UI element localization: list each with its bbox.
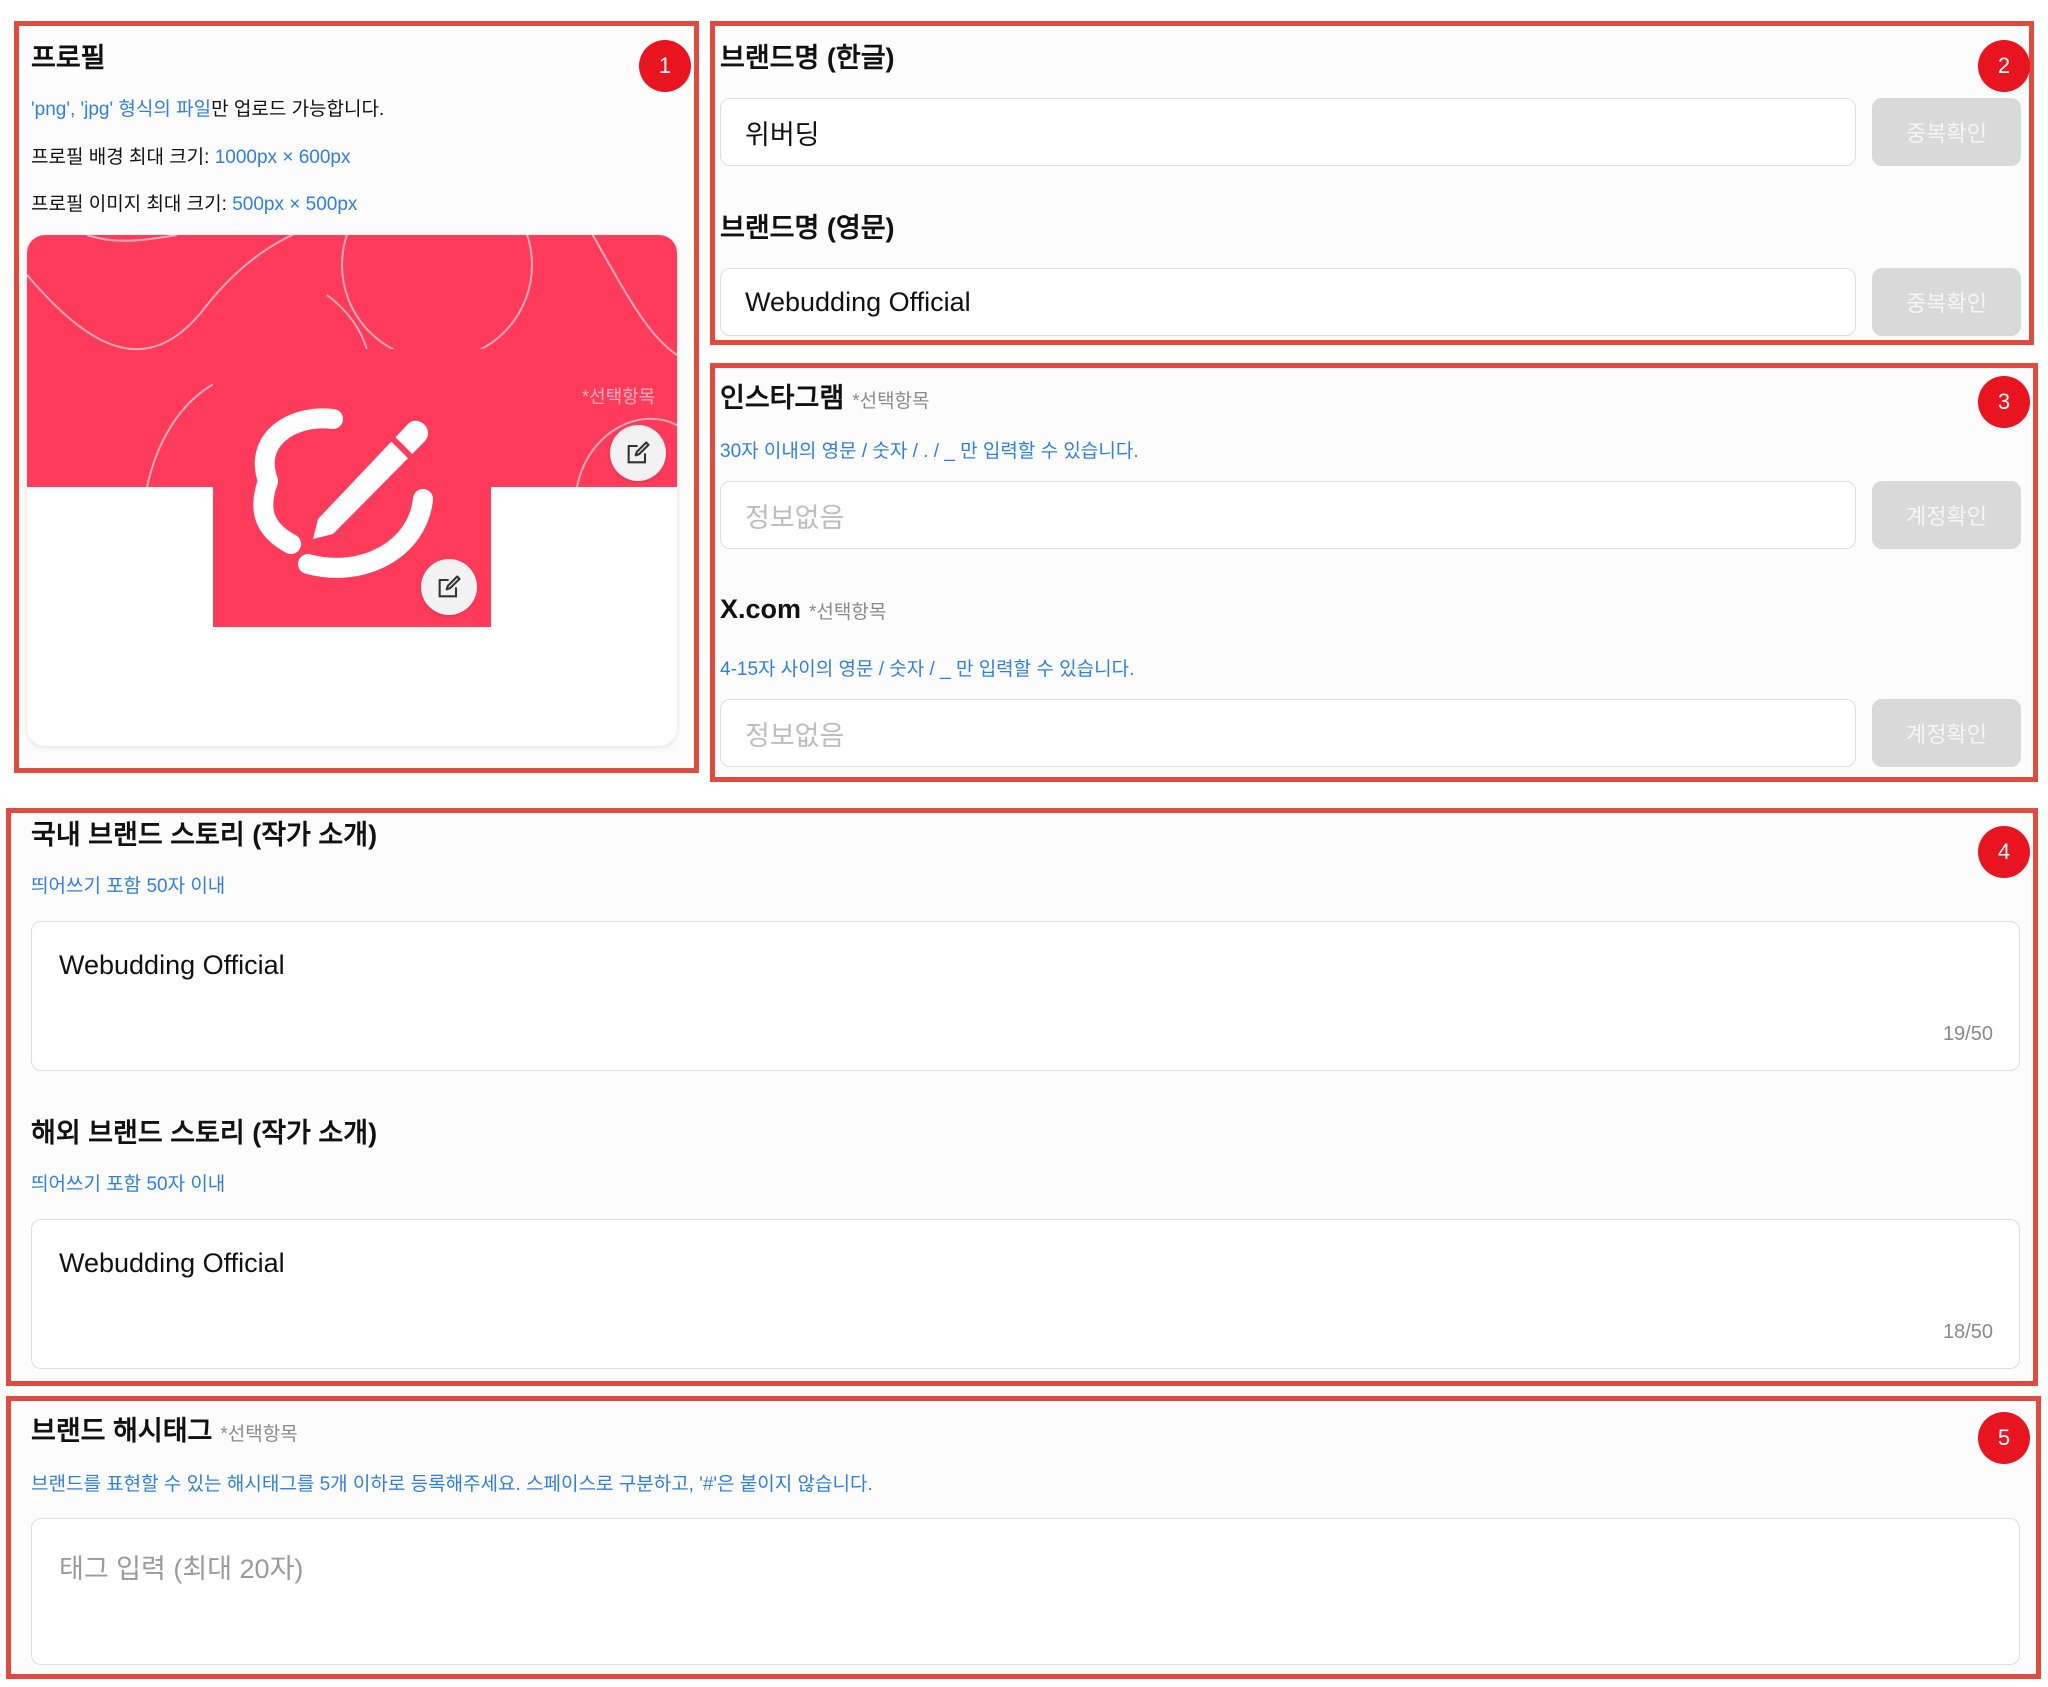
section-badge-2: 2 <box>1978 40 2030 92</box>
instagram-title: 인스타그램 *선택항목 <box>720 376 930 415</box>
x-input[interactable]: 정보없음 <box>720 699 1856 767</box>
brand-name-ko-title: 브랜드명 (한글) <box>720 43 895 73</box>
hashtag-placeholder: 태그 입력 (최대 20자) <box>59 1554 304 1584</box>
file-type-suffix: 만 업로드 가능합니다. <box>211 99 385 120</box>
profile-image[interactable] <box>213 349 491 627</box>
hashtag-input[interactable]: 태그 입력 (최대 20자) <box>31 1518 2020 1665</box>
domestic-story-hint: 띄어쓰기 포함 50자 이내 <box>31 876 226 897</box>
brand-name-ko-input[interactable]: 위버딩 <box>720 98 1856 166</box>
bg-size-hint: 프로필 배경 최대 크기: 1000px × 600px <box>31 142 350 169</box>
overseas-story-value: Webudding Official <box>59 1248 285 1278</box>
domestic-story-title: 국내 브랜드 스토리 (작가 소개) <box>31 820 378 850</box>
x-hint: 4-15자 사이의 영문 / 숫자 / _ 만 입력할 수 있습니다. <box>720 659 1135 680</box>
edit-profile-image-button[interactable] <box>421 559 477 615</box>
profile-preview-card: *선택항목 <box>27 235 677 746</box>
domestic-story-textarea[interactable]: Webudding Official 19/50 <box>31 921 2020 1071</box>
x-check-button[interactable]: 계정확인 <box>1872 699 2021 767</box>
file-type-hint: 'png', 'jpg' 형식의 파일만 업로드 가능합니다. <box>31 94 384 121</box>
bg-size-label: 프로필 배경 최대 크기: <box>31 147 215 168</box>
img-size-value: 500px × 500px <box>232 194 358 215</box>
img-size-label: 프로필 이미지 최대 크기: <box>31 194 233 215</box>
bg-size-value: 1000px × 600px <box>214 147 351 168</box>
brand-name-ko-check-button[interactable]: 중복확인 <box>1872 98 2021 166</box>
instagram-optional-label: *선택항목 <box>852 391 930 412</box>
x-title-text: X.com <box>720 594 802 624</box>
instagram-input[interactable]: 정보없음 <box>720 481 1856 549</box>
brand-name-en-title: 브랜드명 (영문) <box>720 213 895 243</box>
social-section: 인스타그램 *선택항목 3 30자 이내의 영문 / 숫자 / . / _ 만 입… <box>710 363 2038 782</box>
img-size-hint: 프로필 이미지 최대 크기: 500px × 500px <box>31 189 357 216</box>
section-badge-3: 3 <box>1978 376 2030 428</box>
hashtag-title-text: 브랜드 해시태그 <box>31 1416 213 1446</box>
hashtag-title: 브랜드 해시태그 *선택항목 <box>31 1409 298 1448</box>
x-optional-label: *선택항목 <box>809 602 887 623</box>
brand-name-section: 브랜드명 (한글) 2 위버딩 중복확인 브랜드명 (영문) Webudding… <box>710 21 2034 345</box>
section-badge-1: 1 <box>639 40 691 92</box>
hashtag-optional-label: *선택항목 <box>220 1424 298 1445</box>
optional-label: *선택항목 <box>582 387 656 407</box>
section-badge-4: 4 <box>1978 826 2030 878</box>
pencil-square-icon <box>438 575 461 598</box>
overseas-story-hint: 띄어쓰기 포함 50자 이내 <box>31 1174 226 1195</box>
overseas-story-title: 해외 브랜드 스토리 (작가 소개) <box>31 1118 378 1148</box>
brand-story-section: 국내 브랜드 스토리 (작가 소개) 4 띄어쓰기 포함 50자 이내 Webu… <box>6 808 2038 1386</box>
instagram-hint: 30자 이내의 영문 / 숫자 / . / _ 만 입력할 수 있습니다. <box>720 441 1139 462</box>
instagram-title-text: 인스타그램 <box>720 383 845 413</box>
pencil-square-icon <box>627 441 650 464</box>
brand-name-en-check-button[interactable]: 중복확인 <box>1872 268 2021 336</box>
file-type-list: 'png', 'jpg' 형식의 파일 <box>31 99 212 120</box>
x-title: X.com *선택항목 <box>720 594 886 625</box>
domestic-story-counter: 19/50 <box>1942 1023 1993 1045</box>
section-badge-5: 5 <box>1978 1412 2030 1464</box>
profile-title: 프로필 <box>31 43 106 73</box>
brand-name-en-input[interactable]: Webudding Official <box>720 268 1856 336</box>
overseas-story-counter: 18/50 <box>1942 1321 1993 1343</box>
hashtag-section: 브랜드 해시태그 *선택항목 5 브랜드를 표현할 수 있는 해시태그를 5개 이… <box>6 1396 2041 1679</box>
domestic-story-value: Webudding Official <box>59 950 285 980</box>
hashtag-hint: 브랜드를 표현할 수 있는 해시태그를 5개 이하로 등록해주세요. 스페이스로… <box>31 1474 873 1495</box>
overseas-story-textarea[interactable]: Webudding Official 18/50 <box>31 1219 2020 1369</box>
instagram-check-button[interactable]: 계정확인 <box>1872 481 2021 549</box>
edit-background-button[interactable] <box>610 425 666 481</box>
